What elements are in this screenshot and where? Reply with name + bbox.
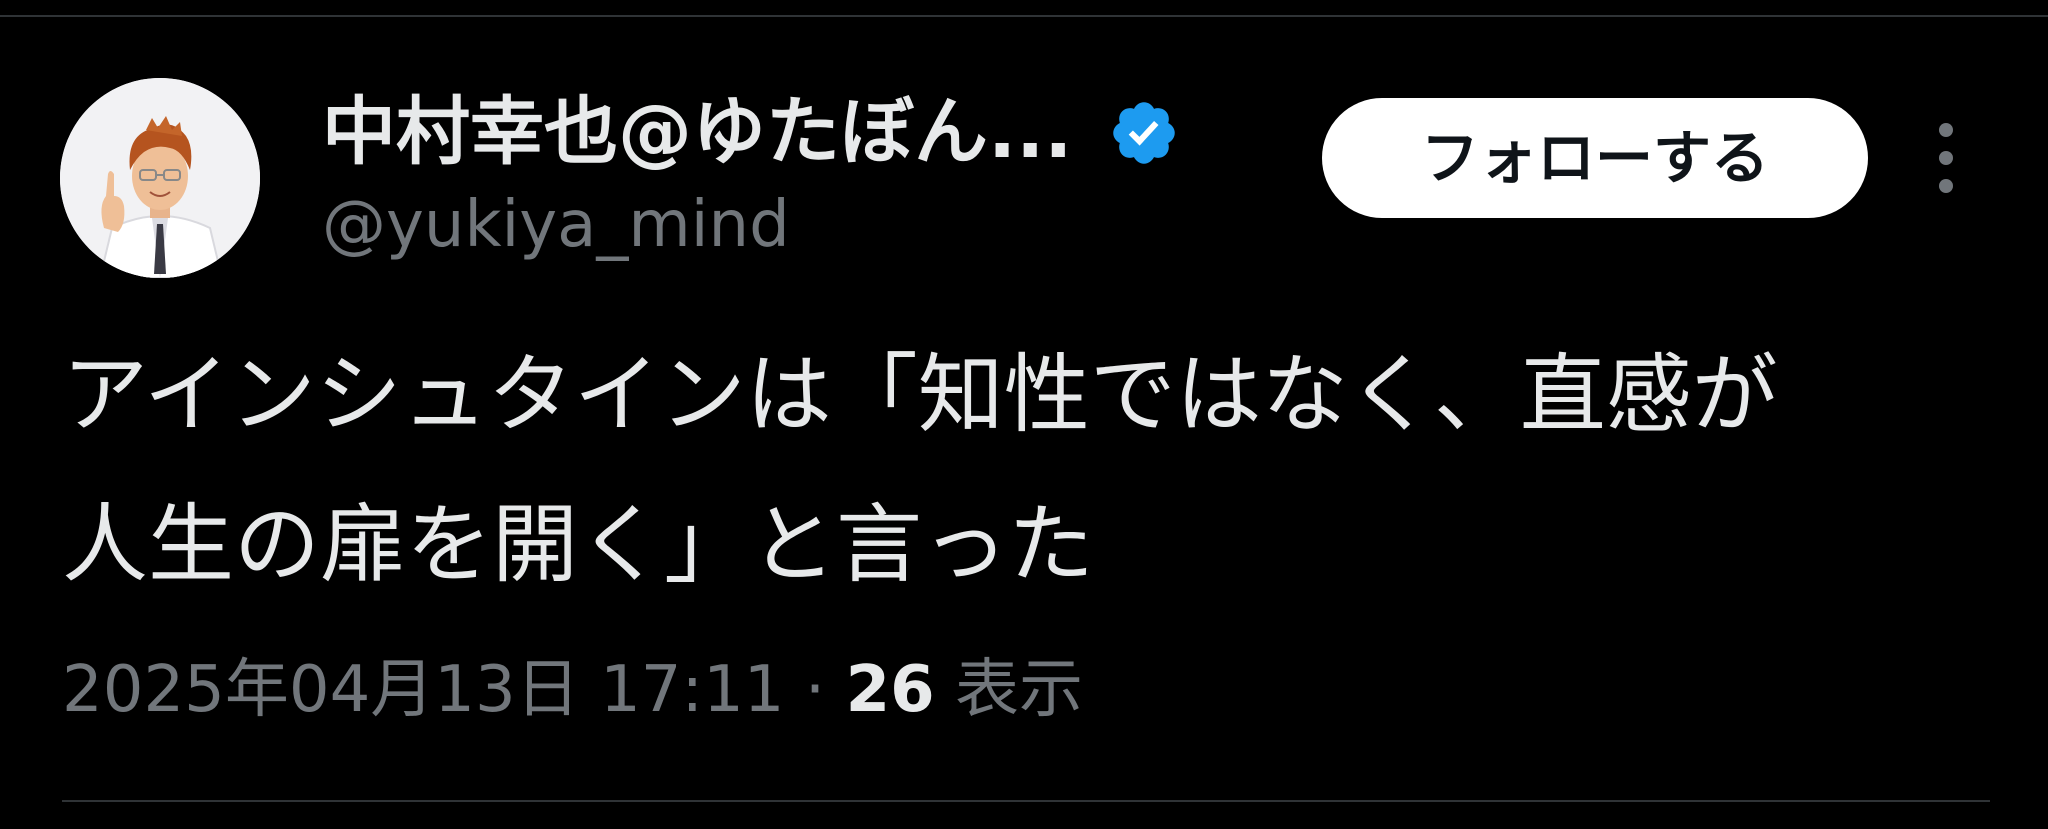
more-vertical-icon[interactable] (1925, 118, 1967, 198)
avatar[interactable] (60, 78, 260, 278)
views-label: 表示 (954, 653, 1083, 727)
tweet-text-line: 人生の扉を開く」と言った (62, 495, 1094, 595)
bottom-divider (62, 800, 1990, 802)
verified-badge-icon (1113, 102, 1175, 164)
top-divider (0, 15, 2048, 17)
tweet-text-line: アインシュタインは「知性ではなく、直感が (62, 345, 1778, 445)
user-handle[interactable]: @yukiya_mind (322, 180, 790, 270)
display-name[interactable]: 中村幸也@ゆたぼん... (322, 84, 1072, 180)
tweet-text: アインシュタインは「知性ではなく、直感が 人生の扉を開く」と言った (62, 320, 1982, 620)
follow-button[interactable]: フォローする (1322, 98, 1868, 218)
timestamp[interactable]: 2025年04月13日 17:11 (62, 653, 785, 727)
avatar-image (60, 78, 260, 278)
tweet-meta: 2025年04月13日 17:11 · 26 表示 (62, 640, 1083, 740)
views-count: 26 (845, 653, 935, 727)
meta-separator: · (804, 653, 826, 727)
